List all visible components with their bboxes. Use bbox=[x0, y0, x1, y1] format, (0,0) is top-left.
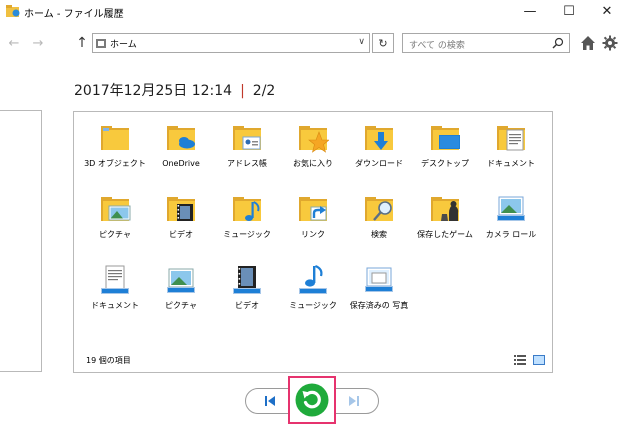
searches-folder-icon bbox=[365, 197, 393, 221]
gear-icon[interactable] bbox=[602, 35, 618, 51]
file-item-label: 3D オブジェクト bbox=[84, 159, 146, 168]
snapshot-page-indicator: 2/2 bbox=[252, 83, 276, 99]
downloads-folder-icon bbox=[365, 126, 393, 150]
large-icons-view-icon[interactable] bbox=[533, 355, 545, 365]
file-item-label: ピクチャ bbox=[99, 230, 131, 239]
file-item-label: 検索 bbox=[371, 230, 387, 239]
file-item-label: ピクチャ bbox=[165, 301, 197, 310]
music-folder-icon bbox=[233, 197, 261, 221]
maximize-button[interactable]: ☐ bbox=[552, 0, 586, 22]
close-button[interactable]: ✕ bbox=[590, 0, 624, 22]
file-item[interactable]: ビデオ bbox=[148, 193, 214, 253]
file-item-label: 保存済みの 写真 bbox=[349, 301, 409, 310]
documents-library-icon bbox=[101, 265, 129, 294]
previous-snapshot-panel[interactable] bbox=[0, 110, 42, 372]
previous-version-button[interactable] bbox=[256, 391, 284, 411]
address-dropdown-icon[interactable]: ∨ bbox=[358, 37, 365, 47]
file-item[interactable]: ミュージック bbox=[214, 193, 280, 253]
saved-pictures-library-icon bbox=[365, 267, 393, 292]
file-item[interactable]: 検索 bbox=[346, 193, 412, 253]
onedrive-folder-icon bbox=[167, 126, 195, 150]
desktop-folder-icon bbox=[431, 126, 460, 150]
file-item[interactable]: ドキュメント bbox=[82, 264, 148, 324]
file-item-label: リンク bbox=[301, 230, 325, 239]
file-item[interactable]: アドレス帳 bbox=[214, 122, 280, 182]
title-bar: ホーム - ファイル履歴 — ☐ ✕ bbox=[0, 0, 626, 24]
contacts-folder-icon bbox=[233, 126, 261, 150]
videos-folder-icon bbox=[167, 197, 195, 221]
music-library-icon bbox=[299, 264, 327, 294]
file-item[interactable]: ピクチャ bbox=[148, 264, 214, 324]
file-item[interactable]: ミュージック bbox=[280, 264, 346, 324]
file-item[interactable]: OneDrive bbox=[148, 122, 214, 182]
snapshot-heading: 2017年12月25日 12:14 | 2/2 bbox=[74, 80, 275, 100]
forward-button[interactable]: → bbox=[28, 33, 48, 53]
file-item[interactable]: リンク bbox=[280, 193, 346, 253]
file-item[interactable]: ピクチャ bbox=[82, 193, 148, 253]
file-item-label: ビデオ bbox=[169, 230, 193, 239]
file-item[interactable]: ビデオ bbox=[214, 264, 280, 324]
file-item[interactable]: お気に入り bbox=[280, 122, 346, 182]
previous-version-icon bbox=[265, 396, 275, 406]
file-item-label: カメラ ロール bbox=[485, 230, 537, 239]
details-view-icon[interactable] bbox=[514, 355, 526, 365]
minimize-button[interactable]: — bbox=[513, 0, 547, 22]
home-folder-icon bbox=[96, 39, 106, 48]
restore-button[interactable] bbox=[295, 383, 329, 417]
favorites-folder-icon bbox=[299, 126, 329, 153]
address-value: ホーム bbox=[110, 40, 137, 50]
restore-button-highlight bbox=[288, 376, 336, 424]
next-version-icon bbox=[349, 396, 359, 406]
3d-objects-folder-icon bbox=[101, 126, 129, 150]
documents-folder-icon bbox=[497, 126, 525, 151]
pictures-library-icon bbox=[167, 268, 195, 293]
search-placeholder: すべて の検索 bbox=[409, 41, 465, 51]
file-item-label: ドキュメント bbox=[487, 159, 535, 168]
links-folder-icon bbox=[299, 197, 327, 221]
file-item[interactable]: ダウンロード bbox=[346, 122, 412, 182]
videos-library-icon bbox=[233, 266, 261, 294]
pictures-folder-icon bbox=[101, 197, 131, 221]
file-item-label: ミュージック bbox=[289, 301, 337, 310]
heading-separator: | bbox=[240, 83, 245, 99]
file-item-label: お気に入り bbox=[293, 159, 333, 168]
file-item-label: デスクトップ bbox=[421, 159, 469, 168]
file-item[interactable]: カメラ ロール bbox=[478, 193, 544, 253]
item-count-status: 19 個の項目 bbox=[86, 356, 131, 365]
file-item-label: ミュージック bbox=[223, 230, 271, 239]
file-item-label: ドキュメント bbox=[91, 301, 139, 310]
file-item[interactable]: 保存したゲーム bbox=[412, 193, 478, 253]
search-input[interactable]: すべて の検索 bbox=[402, 33, 570, 53]
address-bar[interactable]: ホーム ∨ bbox=[92, 33, 370, 53]
file-item-label: ダウンロード bbox=[355, 159, 403, 168]
file-item[interactable]: 3D オブジェクト bbox=[82, 122, 148, 182]
refresh-button[interactable]: ↻ bbox=[372, 33, 394, 53]
snapshot-content-panel: 3D オブジェクト OneDrive アドレス帳 お気に入り ダウンロード デスクトップド… bbox=[73, 111, 553, 373]
window-title: ホーム - ファイル履歴 bbox=[24, 9, 124, 20]
saved-games-folder-icon bbox=[431, 197, 459, 221]
file-item[interactable]: 保存済みの 写真 bbox=[346, 264, 412, 324]
file-item[interactable]: デスクトップ bbox=[412, 122, 478, 182]
home-icon[interactable] bbox=[580, 35, 596, 51]
file-item-label: OneDrive bbox=[162, 159, 200, 168]
file-item-label: 保存したゲーム bbox=[417, 230, 473, 239]
search-icon[interactable] bbox=[552, 37, 564, 49]
camera-roll-library-icon bbox=[497, 196, 525, 221]
file-item-label: アドレス帳 bbox=[227, 159, 267, 168]
file-history-app-icon bbox=[6, 5, 20, 17]
next-version-button[interactable] bbox=[340, 391, 368, 411]
file-item[interactable]: ドキュメント bbox=[478, 122, 544, 182]
snapshot-datetime: 2017年12月25日 12:14 bbox=[74, 83, 233, 99]
back-button[interactable]: ← bbox=[4, 33, 24, 53]
up-button[interactable]: ↑ bbox=[72, 33, 92, 53]
navigation-bar: ← → ↑ ホーム ∨ ↻ すべて の検索 bbox=[0, 30, 626, 56]
file-item-label: ビデオ bbox=[235, 301, 259, 310]
